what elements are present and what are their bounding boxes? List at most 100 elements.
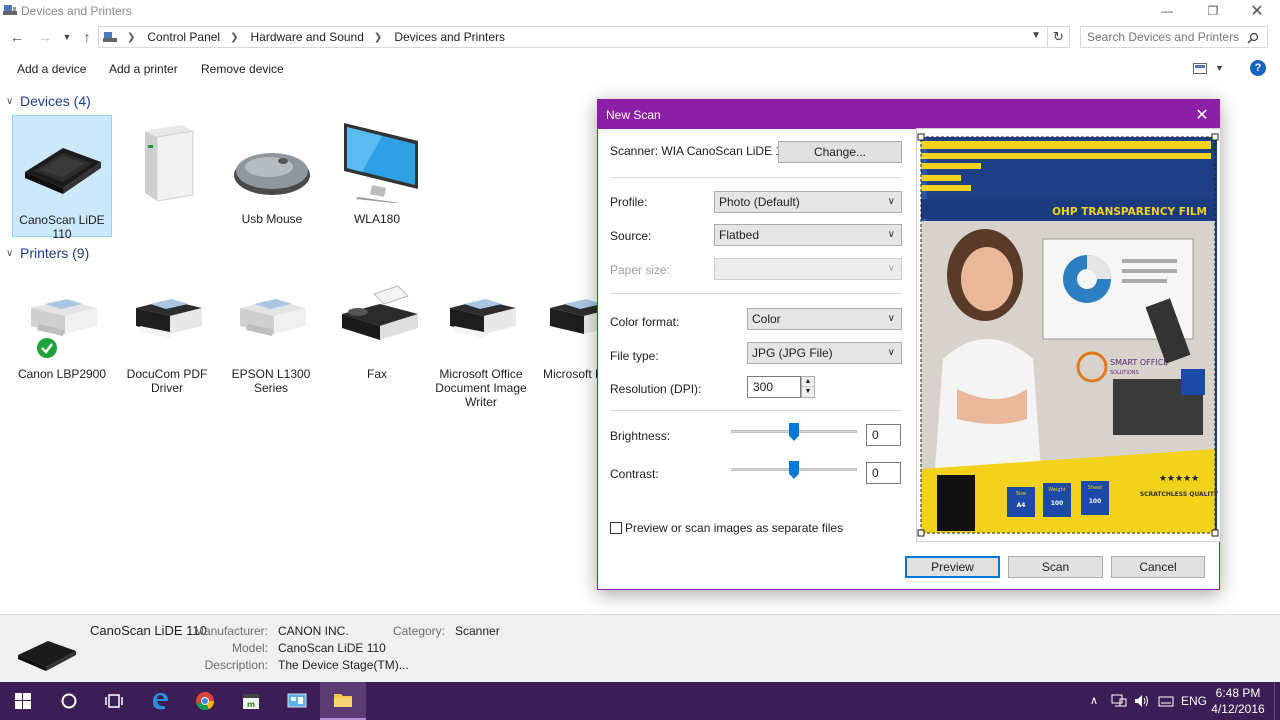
- up-button[interactable]: ↑: [78, 28, 96, 46]
- clock[interactable]: 6:48 PM 4/12/2016: [1210, 685, 1266, 717]
- device-usb-mouse[interactable]: Usb Mouse: [222, 115, 322, 226]
- printer-docucom[interactable]: DocuCom PDF Driver: [117, 274, 217, 395]
- cortana-button[interactable]: [46, 682, 92, 720]
- add-device-button[interactable]: Add a device: [17, 62, 86, 76]
- scanner-label: Scanner: WIA CanoScan LiDE 110: [610, 144, 795, 158]
- windows-logo-icon: [15, 693, 31, 709]
- chevron-down-icon: ∨: [887, 229, 895, 240]
- printer-canon-lbp2900[interactable]: Canon LBP2900: [12, 274, 112, 381]
- dialog-close-button[interactable]: ✕: [1191, 104, 1213, 126]
- add-printer-button[interactable]: Add a printer: [109, 62, 178, 76]
- brightness-slider-thumb[interactable]: [789, 423, 799, 441]
- mouse-icon: [234, 153, 310, 195]
- contrast-slider-thumb[interactable]: [789, 461, 799, 479]
- breadcrumb-control-panel[interactable]: Control Panel: [147, 30, 220, 44]
- paper-size-select[interactable]: ∨: [714, 258, 902, 280]
- device-wla180[interactable]: WLA180: [327, 115, 427, 226]
- recent-locations-button[interactable]: ▼: [58, 28, 76, 46]
- refresh-icon: ↻: [1053, 29, 1064, 44]
- network-icon[interactable]: [1111, 694, 1127, 708]
- separate-files-checkbox[interactable]: [610, 522, 622, 534]
- device-computer[interactable]: [116, 115, 216, 212]
- file-explorer-taskbar-button[interactable]: [320, 682, 366, 720]
- file-type-value: JPG (JPG File): [752, 346, 833, 360]
- printer-label: EPSON L1300 Series: [231, 367, 311, 395]
- remove-device-button[interactable]: Remove device: [201, 62, 284, 76]
- devices-printers-app-icon: [3, 5, 17, 15]
- view-options-dropdown-icon[interactable]: ▼: [1215, 63, 1224, 73]
- back-button[interactable]: ←: [8, 28, 26, 46]
- show-hidden-icons-chevron-icon[interactable]: ∧: [1090, 694, 1098, 707]
- brightness-input[interactable]: 0: [866, 424, 901, 446]
- chrome-browser-icon: [196, 692, 215, 711]
- clock-date: 4/12/2016: [1211, 702, 1265, 716]
- change-scanner-button[interactable]: Change...: [778, 141, 902, 163]
- device-canoscan[interactable]: CanoScan LiDE 110: [12, 115, 112, 241]
- separate-files-label: Preview or scan images as separate files: [625, 521, 844, 535]
- preview-button[interactable]: Preview: [905, 556, 1000, 578]
- folder-icon: [334, 694, 352, 707]
- change-view-icon[interactable]: [1193, 63, 1207, 74]
- color-format-select[interactable]: Color ∨: [747, 308, 902, 330]
- help-icon[interactable]: ?: [1250, 60, 1266, 76]
- device-label: Usb Mouse: [241, 212, 303, 226]
- keyboard-icon[interactable]: [1158, 694, 1174, 708]
- maximize-button[interactable]: ❐: [1190, 0, 1236, 22]
- resolution-spinner[interactable]: ▲ ▼: [801, 376, 815, 398]
- file-type-select[interactable]: JPG (JPG File) ∨: [747, 342, 902, 364]
- search-icon: [1247, 32, 1259, 44]
- printers-section-header[interactable]: ∨ Printers (9): [6, 245, 89, 261]
- video-editor-taskbar-button[interactable]: m: [228, 682, 274, 720]
- printer-icon: [550, 299, 598, 334]
- breadcrumb-hardware-sound[interactable]: Hardware and Sound: [251, 30, 364, 44]
- printer-epson-l1300[interactable]: EPSON L1300 Series: [221, 274, 321, 395]
- search-input[interactable]: Search Devices and Printers: [1080, 26, 1268, 48]
- chrome-taskbar-button[interactable]: [182, 682, 228, 720]
- title-bar: Devices and Printers — ❐ ✕: [0, 0, 1280, 22]
- devices-section-header[interactable]: ∨ Devices (4): [6, 93, 91, 109]
- minimize-button[interactable]: —: [1144, 0, 1190, 22]
- forward-button[interactable]: →: [36, 28, 54, 46]
- breadcrumb-devices-printers[interactable]: Devices and Printers: [394, 30, 505, 44]
- preview-box1-title: Size: [1016, 491, 1026, 497]
- scan-preview-image: OHP TRANSPARENCY FILM SMART OFFICE SOLUT…: [917, 133, 1219, 537]
- start-button[interactable]: [0, 682, 46, 720]
- address-bar[interactable]: ❯ Control Panel ❯ Hardware and Sound ❯ D…: [98, 26, 1048, 48]
- breadcrumb-separator-icon: ❯: [373, 31, 383, 43]
- resolution-input[interactable]: 300: [747, 376, 801, 398]
- spin-down-icon[interactable]: ▼: [802, 387, 814, 397]
- show-desktop-button[interactable]: [1274, 682, 1280, 720]
- printer-ms-pdf[interactable]: Microsoft P PDF: [536, 274, 598, 381]
- chevron-down-icon: ∨: [887, 196, 895, 207]
- printer-label: Fax: [366, 367, 387, 381]
- close-window-button[interactable]: ✕: [1234, 0, 1280, 22]
- arrow-up-icon: ↑: [83, 29, 91, 45]
- volume-icon[interactable]: [1134, 694, 1150, 708]
- contrast-input[interactable]: 0: [866, 462, 901, 484]
- source-select[interactable]: Flatbed ∨: [714, 224, 902, 246]
- navigation-bar: ← → ▼ ↑ ❯ Control Panel ❯ Hardware and S…: [0, 24, 1280, 50]
- cancel-button[interactable]: Cancel: [1111, 556, 1205, 578]
- refresh-button[interactable]: ↻: [1048, 26, 1070, 48]
- input-language-indicator[interactable]: ENG: [1181, 694, 1207, 708]
- printer-label: Canon LBP2900: [17, 367, 107, 381]
- address-dropdown-icon[interactable]: ▼: [1031, 30, 1041, 41]
- edge-taskbar-button[interactable]: [137, 682, 183, 720]
- collapse-chevron-icon: ∨: [6, 95, 14, 107]
- printer-fax[interactable]: Fax: [327, 274, 427, 381]
- printer-label: DocuCom PDF Driver: [126, 367, 208, 395]
- preview-area[interactable]: OHP TRANSPARENCY FILM SMART OFFICE SOLUT…: [916, 128, 1221, 542]
- printer-ms-office-writer[interactable]: Microsoft Office Document Image Writer: [431, 274, 531, 409]
- dialog-title-bar: New Scan ✕: [598, 100, 1219, 129]
- control-panel-icon: [287, 693, 307, 708]
- profile-select[interactable]: Photo (Default) ∨: [714, 191, 902, 213]
- profile-label: Profile:: [610, 195, 648, 209]
- spin-up-icon[interactable]: ▲: [802, 377, 814, 387]
- clock-time: 6:48 PM: [1215, 686, 1261, 700]
- control-panel-taskbar-button[interactable]: [274, 682, 320, 720]
- printers-section-label: Printers (9): [20, 245, 90, 261]
- preview-box2-value: 100: [1051, 500, 1064, 507]
- breadcrumb-separator-icon: ❯: [127, 31, 136, 43]
- scan-button[interactable]: Scan: [1008, 556, 1103, 578]
- task-view-button[interactable]: [91, 682, 137, 720]
